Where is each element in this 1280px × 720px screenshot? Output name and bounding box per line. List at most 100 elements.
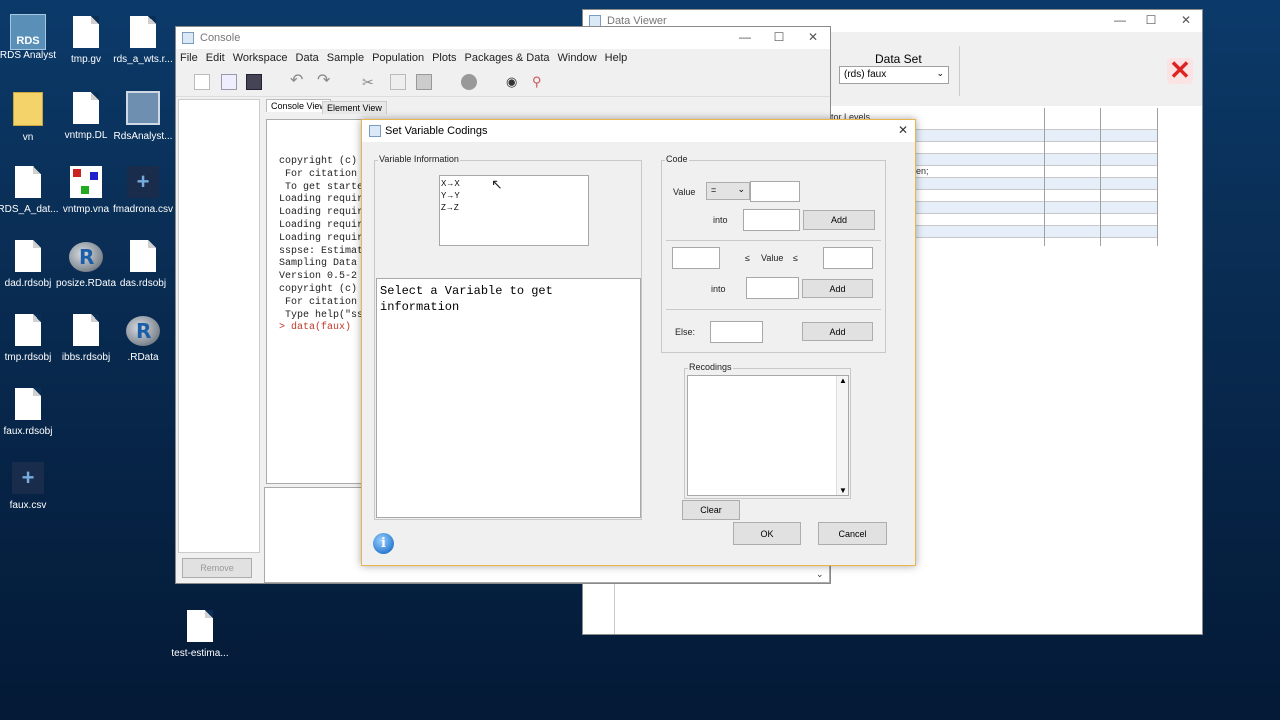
cancel-button-label: Cancel	[838, 528, 867, 539]
mouse-cursor-icon: ↖	[491, 176, 503, 192]
dataset-select[interactable]: (rds) faux ⌄	[839, 66, 949, 84]
set-variable-codings-dialog: Set Variable Codings ✕ Variable Informat…	[361, 119, 916, 566]
r-logo-letter: R	[79, 245, 95, 269]
desktop-icon-label: faux.csv	[9, 500, 47, 511]
file-icon	[73, 314, 99, 346]
paste-icon[interactable]	[416, 74, 432, 90]
list-item[interactable]: X→X	[441, 178, 587, 190]
scroll-down-icon[interactable]: ▼	[839, 486, 847, 495]
copy-icon[interactable]	[390, 74, 406, 90]
desktop-icon-label: test-estima...	[171, 648, 229, 659]
close-button[interactable]: ✕	[1171, 13, 1201, 27]
desktop-icon-label: RdsAnalyst...	[113, 131, 173, 142]
add-else-button[interactable]: Add	[802, 322, 873, 341]
menu-edit[interactable]: Edit	[206, 52, 225, 64]
list-item[interactable]: Y→Y	[441, 190, 587, 202]
cancel-button[interactable]: Cancel	[818, 522, 887, 545]
file-icon	[15, 314, 41, 346]
close-button[interactable]: ✕	[798, 30, 828, 44]
menu-packages-data[interactable]: Packages & Data	[465, 52, 550, 64]
scrollbar[interactable]: ▲ ▼	[836, 376, 848, 495]
remove-button[interactable]: Remove	[182, 558, 252, 578]
ok-button[interactable]: OK	[733, 522, 801, 545]
csv-file-icon: +	[12, 462, 44, 494]
range-max-input[interactable]	[823, 247, 873, 269]
desktop-icon-fmadrona-csv[interactable]: + fmadrona.csv	[105, 162, 181, 215]
desktop-icon-rds-a-wts[interactable]: rds_a_wts.r...	[105, 12, 181, 65]
close-button[interactable]: ✕	[898, 123, 908, 137]
zoom-icon[interactable]: ⚲	[532, 74, 548, 90]
desktop-icon-test-estima[interactable]: test-estima...	[162, 606, 238, 659]
add-value-button[interactable]: Add	[803, 210, 875, 230]
application-icon	[126, 91, 160, 125]
desktop-icon-label: fmadrona.csv	[112, 204, 174, 215]
value-input[interactable]	[750, 181, 800, 202]
leq-symbol: ≤	[745, 253, 750, 263]
desktop-icon-das-rdsobj[interactable]: das.rdsobj	[105, 236, 181, 289]
new-file-icon[interactable]	[194, 74, 210, 90]
menu-plots[interactable]: Plots	[432, 52, 456, 64]
add-button-label: Add	[829, 283, 846, 294]
file-icon	[73, 92, 99, 124]
undo-icon[interactable]: ↶	[290, 73, 306, 90]
cut-icon[interactable]: ✂	[362, 74, 378, 90]
dialog-titlebar: Set Variable Codings	[362, 120, 915, 142]
menu-workspace[interactable]: Workspace	[233, 52, 288, 64]
list-item[interactable]: Z→Z	[441, 202, 587, 214]
clear-button[interactable]: Clear	[682, 500, 740, 520]
desktop-icon-rdsanalyst-exe[interactable]: RdsAnalyst...	[105, 88, 181, 142]
range-min-input[interactable]	[672, 247, 720, 269]
redo-icon[interactable]: ↷	[317, 73, 333, 90]
dataset-select-value: (rds) faux	[844, 69, 887, 80]
menu-population[interactable]: Population	[372, 52, 424, 64]
minimize-button[interactable]: —	[1105, 13, 1135, 27]
code-label: Code	[665, 154, 689, 164]
tab-element-view[interactable]: Element View	[322, 101, 387, 114]
variable-list[interactable]: X→X Y→Y Z→Z	[439, 175, 589, 246]
scroll-up-icon[interactable]: ▲	[839, 376, 847, 385]
menu-help[interactable]: Help	[605, 52, 628, 64]
else-label: Else:	[675, 327, 696, 337]
stop-icon[interactable]	[461, 74, 477, 90]
range-value-label: Value	[761, 253, 784, 263]
value-label: Value	[673, 187, 696, 197]
dialog-app-icon	[369, 125, 381, 137]
recodings-list[interactable]: ▲ ▼	[687, 375, 849, 496]
menu-window[interactable]: Window	[558, 52, 597, 64]
save-icon[interactable]	[246, 74, 262, 90]
desktop-icon-label: das.rdsobj	[119, 278, 167, 289]
else-input[interactable]	[710, 321, 763, 343]
operator-select[interactable]: = ⌄	[706, 182, 750, 200]
desktop-icon-faux-csv[interactable]: + faux.csv	[0, 458, 66, 511]
code-separator	[666, 309, 881, 310]
scroll-down-icon[interactable]: ⌄	[816, 569, 824, 580]
find-icon[interactable]: ◉	[506, 74, 522, 90]
remove-dataset-icon[interactable]: ✕	[1167, 57, 1193, 84]
open-file-icon[interactable]	[221, 74, 237, 90]
minimize-button[interactable]: —	[730, 30, 760, 44]
r-logo-letter: R	[136, 319, 152, 343]
into-input[interactable]	[743, 209, 800, 231]
toolbar-divider	[959, 46, 960, 96]
chevron-down-icon: ⌄	[737, 184, 745, 194]
desktop-icon-rdata[interactable]: R .RData	[105, 310, 181, 363]
menu-file[interactable]: File	[180, 52, 198, 64]
into-label: into	[711, 284, 726, 294]
menu-sample[interactable]: Sample	[327, 52, 364, 64]
file-icon	[15, 388, 41, 420]
console-toolbar: ↶ ↷ ✂ ◉ ⚲	[176, 67, 830, 97]
desktop-icon-faux-rdsobj[interactable]: faux.rdsobj	[0, 384, 66, 437]
maximize-button[interactable]: ☐	[764, 30, 794, 44]
menu-data[interactable]: Data	[296, 52, 319, 64]
rds-icon-text: RDS	[16, 35, 40, 47]
file-icon	[187, 610, 213, 642]
range-into-input[interactable]	[746, 277, 799, 299]
csv-file-icon: +	[127, 166, 159, 198]
into-label: into	[713, 215, 728, 225]
desktop-icon-label: .RData	[127, 352, 159, 363]
maximize-button[interactable]: ☐	[1136, 13, 1166, 27]
info-icon[interactable]: i	[373, 533, 394, 554]
add-range-button[interactable]: Add	[802, 279, 873, 298]
console-tabs: Console View Element View	[264, 99, 824, 115]
variable-info-message: Select a Variable to get information	[380, 284, 553, 314]
